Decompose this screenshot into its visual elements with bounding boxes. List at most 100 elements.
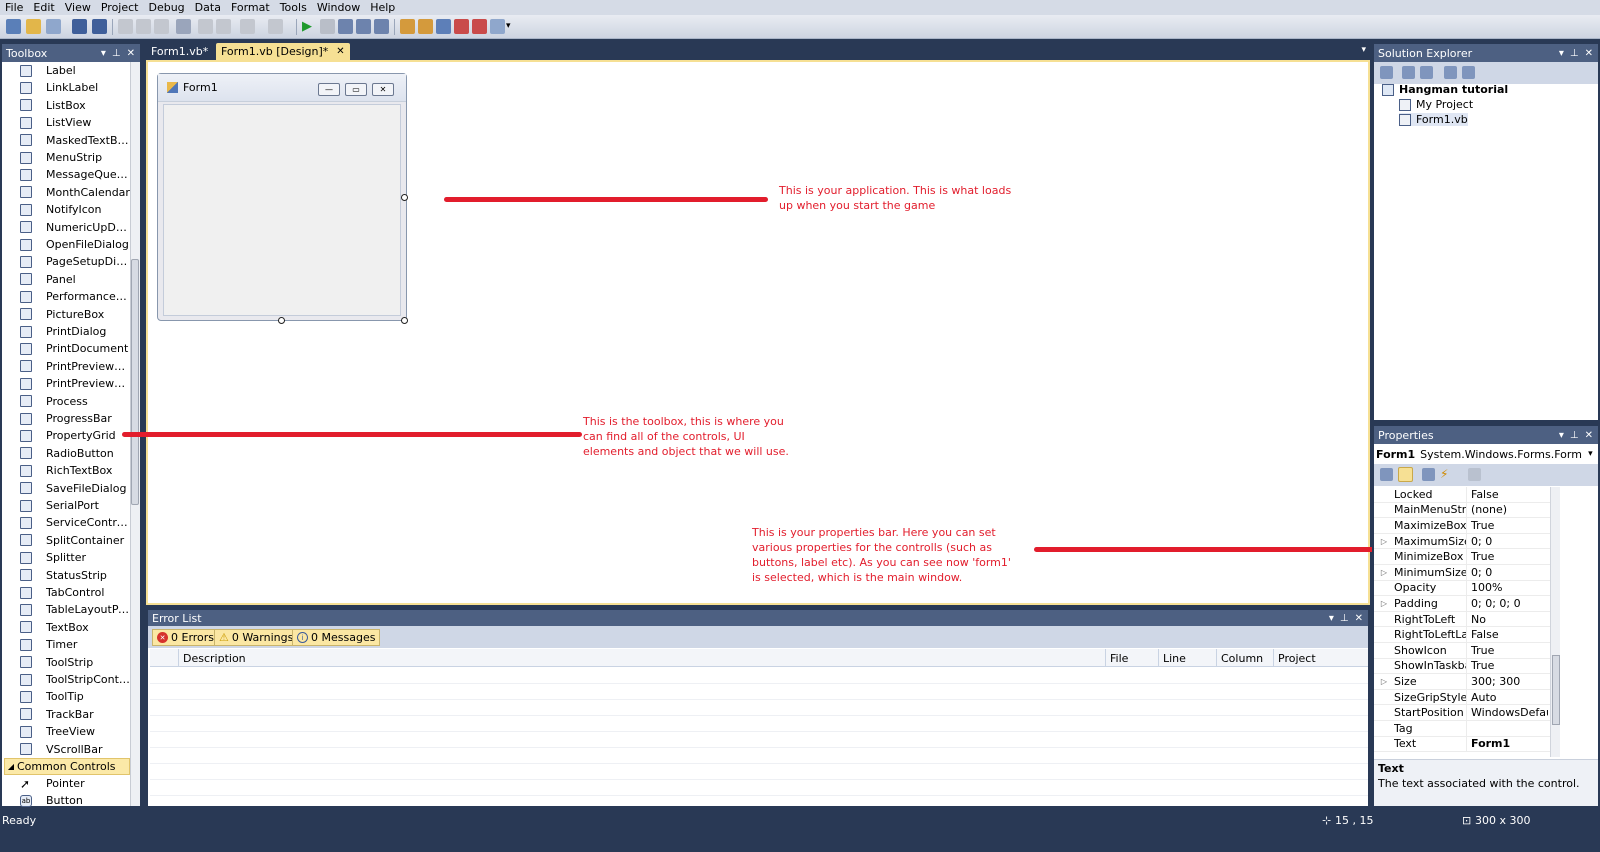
property-pages-icon[interactable]	[1468, 468, 1481, 481]
toolbar-overflow-icon[interactable]: ▾	[506, 19, 521, 34]
close-icon[interactable]: ✕	[1355, 613, 1363, 624]
toolbox-item-tablelayoutpanel[interactable]: TableLayoutPanel	[2, 601, 130, 618]
dropdown-icon[interactable]: ▾	[101, 48, 106, 59]
column-header-project[interactable]: Project	[1273, 649, 1368, 667]
expand-icon[interactable]: ▷	[1374, 677, 1394, 686]
toolbox-item-progressbar[interactable]: ProgressBar	[2, 410, 130, 427]
copy-icon[interactable]	[136, 19, 151, 34]
alphabetical-icon[interactable]	[1398, 467, 1413, 482]
step-over-icon[interactable]	[356, 19, 371, 34]
resize-handle-bottom[interactable]	[278, 317, 285, 324]
object-selector[interactable]: Form1 System.Windows.Forms.Form ▾	[1376, 446, 1596, 462]
toolbox-item-toolstrip[interactable]: ToolStrip	[2, 654, 130, 671]
pin-icon[interactable]: ⊥	[1570, 48, 1579, 59]
toolbox-item-serialport[interactable]: SerialPort	[2, 497, 130, 514]
property-value[interactable]: False	[1466, 487, 1548, 502]
toolbox-item-toolstripcontain[interactable]: ToolStripContain...	[2, 671, 130, 688]
solution-node-form1[interactable]: Form1.vb	[1399, 113, 1468, 126]
property-value[interactable]: 0; 0	[1466, 565, 1548, 580]
form1-title-bar[interactable]: Form1 — ▭ ✕	[158, 74, 406, 102]
resize-handle-right[interactable]	[401, 194, 408, 201]
view-code-icon[interactable]	[1444, 66, 1457, 79]
solution-node-project[interactable]: Hangman tutorial	[1382, 83, 1508, 96]
property-row-minimizebox[interactable]: MinimizeBox True	[1374, 549, 1550, 565]
close-window-icon[interactable]: ✕	[372, 83, 394, 96]
toolbox-item-tooltip[interactable]: ToolTip	[2, 688, 130, 705]
toolbox-item-splitter[interactable]: Splitter	[2, 549, 130, 566]
column-header-description[interactable]: Description	[178, 649, 1105, 667]
toolbox-item-vscrollbar[interactable]: VScrollBar	[2, 741, 130, 758]
save-all-icon[interactable]	[92, 19, 107, 34]
toolbox-item-process[interactable]: Process	[2, 393, 130, 410]
property-row-showicon[interactable]: ShowIcon True	[1374, 643, 1550, 659]
toolbox-group-common-controls[interactable]: ◢ Common Controls	[4, 758, 130, 775]
pin-icon[interactable]: ⊥	[112, 48, 121, 59]
property-row-size[interactable]: ▷ Size 300; 300	[1374, 674, 1550, 690]
errors-filter-button[interactable]: ✕ 0 Errors	[152, 629, 220, 646]
toolbox-item-panel[interactable]: Panel	[2, 271, 130, 288]
warnings-filter-button[interactable]: ⚠ 0 Warnings	[214, 629, 299, 646]
close-icon[interactable]: ✕	[1585, 430, 1593, 441]
property-row-righttoleft[interactable]: RightToLeft No	[1374, 611, 1550, 628]
pin-icon[interactable]: ⊥	[1570, 430, 1579, 441]
property-row-startposition[interactable]: StartPositionWindowsDefaultLo	[1374, 705, 1550, 721]
start-debugging-icon[interactable]: ▶	[302, 19, 317, 34]
form1-window[interactable]: Form1 — ▭ ✕	[157, 73, 407, 321]
menu-window[interactable]: Window	[312, 1, 365, 14]
toolbox-item-treeview[interactable]: TreeView	[2, 723, 130, 740]
property-grid-scrollbar[interactable]	[1550, 487, 1560, 757]
solution-explorer-icon[interactable]	[400, 19, 415, 34]
uncomment-icon[interactable]	[216, 19, 231, 34]
property-row-mainmenustrip[interactable]: MainMenuStrip(none)	[1374, 502, 1550, 519]
dropdown-icon[interactable]: ▾	[1329, 613, 1334, 624]
column-header-icon[interactable]	[150, 649, 178, 667]
property-value[interactable]	[1466, 721, 1548, 736]
property-value[interactable]: (none)	[1466, 502, 1548, 518]
paste-icon[interactable]	[154, 19, 169, 34]
toolbox-item-pagesetupdialog[interactable]: PageSetupDialog	[2, 253, 130, 270]
toolbox-item-numericupdown[interactable]: NumericUpDown	[2, 219, 130, 236]
solution-node-my-project[interactable]: My Project	[1399, 98, 1473, 111]
step-out-icon[interactable]	[374, 19, 389, 34]
resize-handle-corner[interactable]	[401, 317, 408, 324]
toolbox-item-printdialog[interactable]: PrintDialog	[2, 323, 130, 340]
toolbox-item-notifyicon[interactable]: NotifyIcon	[2, 201, 130, 218]
toolbox-item-openfiledialog[interactable]: OpenFileDialog	[2, 236, 130, 253]
property-value[interactable]: No	[1466, 611, 1548, 627]
property-value[interactable]: True	[1466, 658, 1548, 674]
property-value[interactable]: Form1	[1466, 736, 1548, 752]
property-value[interactable]: WindowsDefaultLo	[1466, 705, 1548, 720]
find-icon[interactable]	[176, 19, 191, 34]
menu-data[interactable]: Data	[190, 1, 226, 14]
property-value[interactable]: 100%	[1466, 580, 1548, 596]
property-grid-scroll-thumb[interactable]	[1552, 655, 1560, 725]
toolbox-item-textbox[interactable]: TextBox	[2, 619, 130, 636]
close-icon[interactable]: ✕	[1585, 48, 1593, 59]
menu-edit[interactable]: Edit	[28, 1, 59, 14]
property-value[interactable]: True	[1466, 549, 1548, 564]
column-header-file[interactable]: File	[1105, 649, 1158, 667]
column-header-line[interactable]: Line	[1158, 649, 1216, 667]
add-item-icon[interactable]	[46, 19, 61, 34]
property-value[interactable]: True	[1466, 643, 1548, 658]
toolbox-item-printdocument[interactable]: PrintDocument	[2, 340, 130, 357]
menu-help[interactable]: Help	[365, 1, 400, 14]
toolbox-item-listbox[interactable]: ListBox	[2, 97, 130, 114]
toolbox-item-monthcalendar[interactable]: MonthCalendar	[2, 184, 130, 201]
property-row-opacity[interactable]: Opacity 100%	[1374, 580, 1550, 597]
error-list-icon[interactable]	[472, 19, 487, 34]
minimize-icon[interactable]: —	[318, 83, 340, 96]
stop-icon[interactable]	[320, 19, 335, 34]
toolbox-item-tabcontrol[interactable]: TabControl	[2, 584, 130, 601]
property-row-maximumsize[interactable]: ▷ MaximumSize 0; 0	[1374, 533, 1550, 550]
toolbox-item-savefiledialog[interactable]: SaveFileDialog	[2, 480, 130, 497]
toolbox-item-listview[interactable]: ListView	[2, 114, 130, 131]
property-value[interactable]: Auto	[1466, 689, 1548, 705]
form1-client-area[interactable]	[163, 104, 401, 316]
toolbox-item-statusstrip[interactable]: StatusStrip	[2, 567, 130, 584]
menu-view[interactable]: View	[60, 1, 96, 14]
properties-icon[interactable]	[1380, 66, 1393, 79]
tab-list-icon[interactable]: ▾	[1361, 45, 1366, 55]
properties-window-icon[interactable]	[418, 19, 433, 34]
toolbox-item-label[interactable]: Label	[2, 62, 130, 79]
